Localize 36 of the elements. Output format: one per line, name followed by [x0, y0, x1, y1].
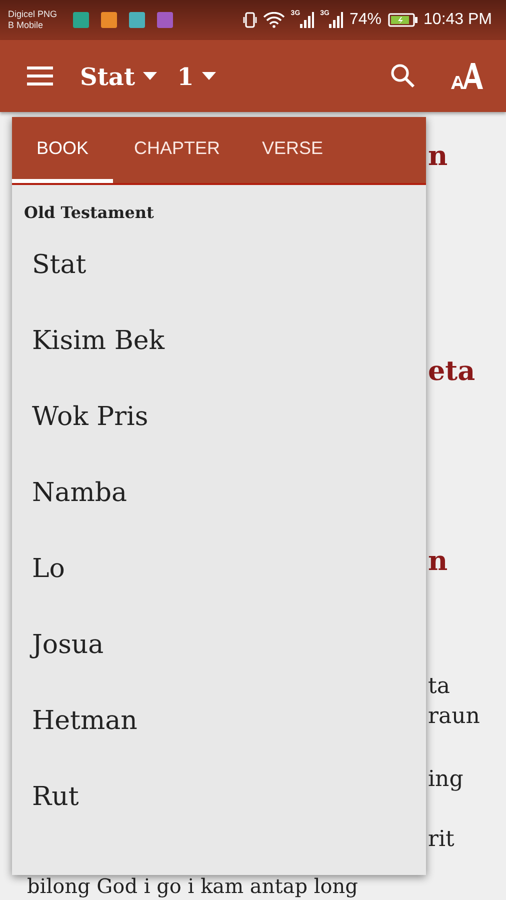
vibrate-icon	[242, 11, 257, 29]
signal-icon	[300, 12, 314, 28]
menu-tab[interactable]: BOOK	[12, 117, 113, 183]
carrier-name: B Mobile	[8, 20, 44, 31]
caret-icon	[143, 72, 158, 80]
text-fragment: raun	[428, 703, 480, 731]
search-icon[interactable]	[390, 63, 416, 89]
heading-fragment: eta	[428, 357, 476, 387]
heading-fragment: n	[428, 142, 448, 172]
text-fragment: ta	[428, 673, 450, 701]
text-fragment: rit	[428, 826, 454, 854]
menu-tab[interactable]: CHAPTER	[113, 117, 242, 183]
book-item[interactable]: Hetman	[12, 683, 426, 759]
caret-icon	[202, 72, 216, 80]
text-size-icon[interactable]	[450, 62, 486, 90]
signal-icon	[329, 12, 344, 28]
heading-fragment: n	[428, 547, 448, 577]
book-item[interactable]: Kisim Bek	[12, 303, 426, 379]
battery-icon	[388, 12, 418, 28]
book-item[interactable]: Namba	[12, 455, 426, 531]
battery-percent: 74%	[349, 11, 382, 29]
text-fragment: ing	[428, 766, 464, 794]
carrier-name: Digicel PNG	[8, 9, 58, 20]
section-heading: Old Testament	[23, 202, 155, 224]
menu-icon[interactable]	[26, 65, 54, 87]
book-item[interactable]: Rut	[12, 759, 426, 835]
verse-text: bilong God i go i kam antap long	[27, 874, 359, 898]
book-dropdown[interactable]: Stat	[80, 62, 158, 90]
book-item[interactable]: Lo	[12, 531, 426, 607]
book-item[interactable]: Stat	[12, 227, 426, 303]
chapter-dropdown[interactable]: 1	[177, 62, 216, 90]
menu-tab[interactable]: VERSE	[241, 117, 344, 183]
clock: 10:43 PM	[424, 11, 492, 29]
book-item[interactable]: Wok Pris	[12, 379, 426, 455]
book-item[interactable]: Josua	[12, 607, 426, 683]
wifi-icon	[262, 12, 285, 28]
